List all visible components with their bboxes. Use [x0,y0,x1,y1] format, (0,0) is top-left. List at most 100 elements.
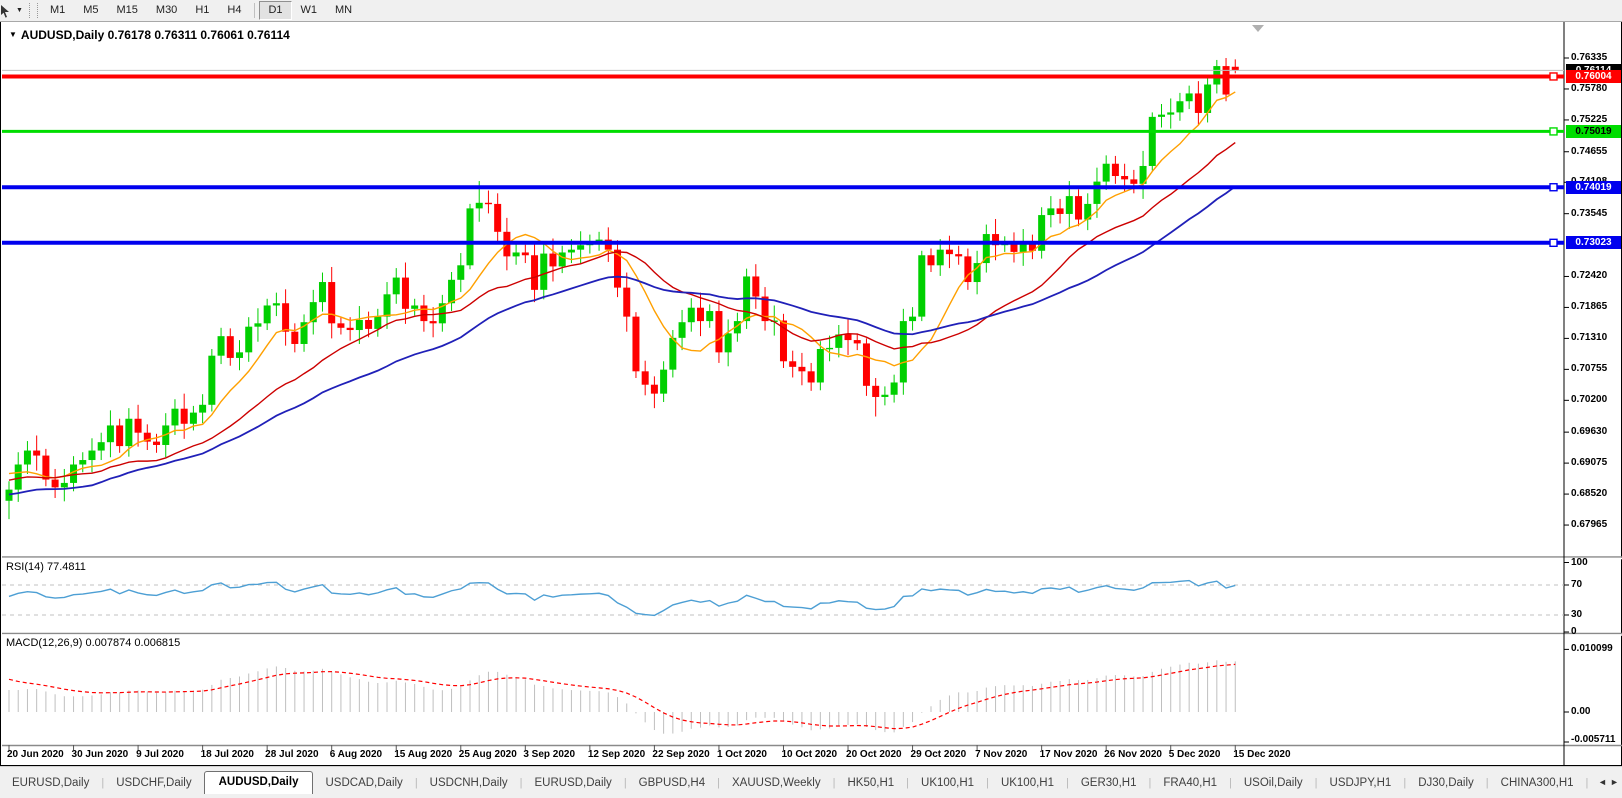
symbol-tab-ger30[interactable]: GER30,H1 [1069,773,1149,794]
symbol-tab-usdjpy[interactable]: USDJPY,H1 [1318,773,1404,794]
symbol-tab-usdchf[interactable]: USDCHF,Daily [104,773,203,794]
candle-body [688,308,695,323]
symbol-tab-dj30[interactable]: DJ30,Daily [1406,773,1486,794]
candle-body [190,413,197,424]
cursor-tool-icon[interactable] [0,3,15,19]
toolbar-grip[interactable] [29,3,38,18]
macd-indicator-label: MACD(12,26,9) 0.007874 0.006815 [6,637,180,649]
candle-body [393,278,400,295]
price-tick-label: 0.71865 [1571,301,1607,312]
symbol-tab-usdcnh[interactable]: USDCNH,Daily [418,773,520,794]
rsi-line [9,581,1235,616]
rsi-indicator-label: RSI(14) 77.4811 [6,561,86,573]
candle-body [291,332,298,344]
symbol-tab-fra40[interactable]: FRA40,H1 [1151,773,1229,794]
candle-body [273,303,280,305]
level-price-label: 0.74019 [1566,181,1621,194]
candle-body [282,303,289,331]
candle-body [264,305,271,323]
symbol-tab-china300[interactable]: CHINA300,H1 [1489,773,1586,794]
candle-body [955,254,962,256]
chevron-down-icon[interactable]: ▼ [16,7,23,14]
candle-body [52,480,59,488]
candle-body [467,208,474,265]
candle-body [181,409,188,424]
symbol-tab-usdcad[interactable]: USDCAD,Daily [313,773,414,794]
date-axis-label: 12 Sep 2020 [588,749,645,760]
timeframe-button-d1[interactable]: D1 [259,1,291,20]
timeframe-button-h4[interactable]: H4 [218,1,250,20]
chart-symbol-label: AUDUSD,Daily [21,28,104,42]
candle-body [448,280,455,303]
candle-body [79,460,86,464]
candle-body [513,252,520,256]
collapse-caret-icon[interactable]: ▼ [9,30,17,39]
symbol-tab-eurusd[interactable]: EURUSD,Daily [0,773,101,794]
level-price-label: 0.76004 [1566,70,1621,83]
timeframe-button-m15[interactable]: M15 [108,1,147,20]
timeframe-button-h1[interactable]: H1 [186,1,218,20]
candle-body [328,282,335,323]
timeframe-button-w1[interactable]: W1 [292,1,327,20]
symbol-tab-eurusd[interactable]: EURUSD,Daily [522,773,623,794]
candle-body [928,255,935,265]
rsi-axis-label: 100 [1571,557,1588,568]
symbol-tab-uk100[interactable]: UK100,H1 [989,773,1066,794]
candle-body [374,317,381,329]
candle-body [15,465,22,490]
symbol-tab-gbpusd[interactable]: GBPUSD,H4 [627,773,717,794]
candle-body [218,336,225,356]
cursor-icon [0,4,13,18]
chart-window: ▼ AUDUSD,Daily 0.76178 0.76311 0.76061 0.… [0,21,1622,766]
candle-body [946,250,953,254]
chart-shift-marker [1252,25,1264,32]
trading-app-window: ▼ M1M5M15M30H1H4 D1W1MN ▼ AUDUSD,Daily 0.7… [0,0,1622,798]
candle-body [1186,93,1193,101]
candle-body [337,323,344,327]
tab-scroll-left-icon[interactable]: ◄ [1598,777,1607,787]
candle-body [808,371,815,382]
date-axis-label: 10 Oct 2020 [781,749,837,760]
timeframe-button-m5[interactable]: M5 [74,1,107,20]
price-tick-label: 0.72420 [1571,270,1607,281]
date-axis-label: 3 Sep 2020 [523,749,575,760]
price-tick-label: 0.71310 [1571,332,1607,343]
candle-body [817,349,824,382]
timeframe-button-mn[interactable]: MN [326,1,361,20]
candle-body [430,321,437,323]
price-tick-label: 0.76335 [1571,52,1607,63]
candle-body [420,305,427,321]
symbol-tab-usoil[interactable]: USOil,Daily [1232,773,1315,794]
price-tick-label: 0.68520 [1571,488,1607,499]
candle-body [854,340,861,343]
timeframe-button-m30[interactable]: M30 [147,1,186,20]
symbol-tab-audusd[interactable]: AUDUSD,Daily [204,771,314,794]
symbol-tab-xauusd[interactable]: XAUUSD,Weekly [720,773,833,794]
symbol-tabs: EURUSD,Daily|USDCHF,DailyAUDUSD,DailyUSD… [0,770,1592,794]
symbol-tab-hk50[interactable]: HK50,H1 [835,773,906,794]
price-tick-label: 0.70755 [1571,363,1607,374]
date-axis-label: 29 Oct 2020 [911,749,967,760]
tab-scroll-right-icon[interactable]: ► [1610,777,1619,787]
candle-body [88,451,95,460]
candle-body [1158,115,1165,117]
chart-ohlc-values: 0.76178 0.76311 0.76061 0.76114 [108,28,290,42]
symbol-tab-us[interactable]: US [1588,773,1592,794]
candle-body [1121,176,1128,179]
rsi-axis-label: 0 [1571,626,1577,637]
date-axis-label: 1 Oct 2020 [717,749,767,760]
candle-body [798,367,805,371]
date-axis-label: 15 Dec 2020 [1233,749,1290,760]
symbol-tab-uk100[interactable]: UK100,H1 [909,773,986,794]
chart-canvas[interactable] [1,22,1622,767]
candle-body [356,320,363,330]
candle-body [559,252,566,266]
candle-body [725,333,732,352]
timeframe-button-m1[interactable]: M1 [41,1,74,20]
price-tick-label: 0.75225 [1571,114,1607,125]
candle-body [1176,101,1183,112]
candle-body [254,323,261,326]
line-end-handle [1550,184,1557,191]
candle-body [568,250,575,253]
candle-body [642,371,649,384]
